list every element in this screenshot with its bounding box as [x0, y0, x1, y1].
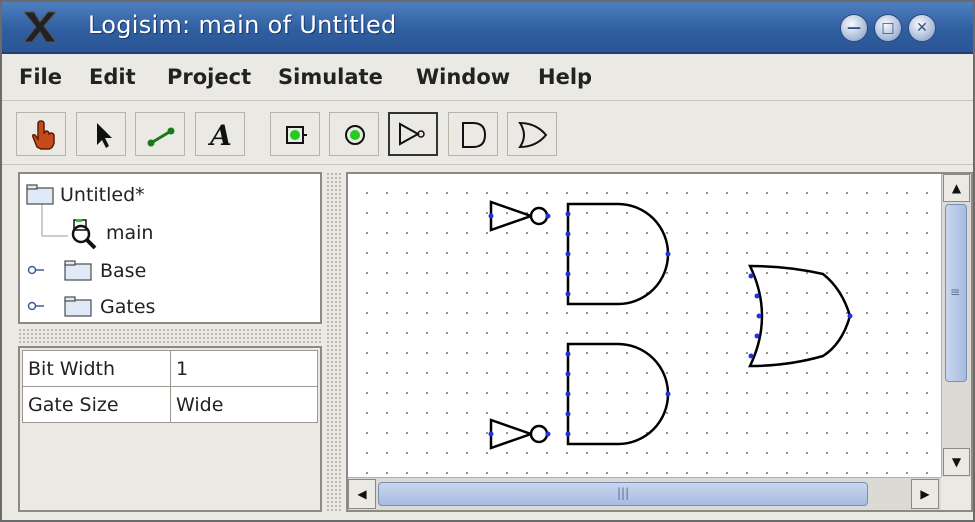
scroll-down-button[interactable]: ▼ [943, 448, 970, 476]
menu-help[interactable]: Help [538, 65, 592, 89]
tree-item-base[interactable]: Base [100, 260, 146, 282]
grip-icon: ≡ [950, 285, 961, 299]
project-name[interactable]: Untitled* [60, 184, 145, 206]
menu-simulate[interactable]: Simulate [278, 65, 383, 89]
arrow-right-icon: ▶ [920, 487, 930, 501]
horizontal-splitter[interactable] [18, 328, 322, 344]
not-gate-2[interactable] [488, 418, 551, 450]
output-pin-tool-button[interactable] [329, 112, 379, 156]
magnifier-circuit-icon [71, 219, 97, 250]
output-pin-icon [345, 125, 365, 145]
attribute-value[interactable]: Wide [170, 386, 318, 423]
vertical-splitter[interactable] [326, 172, 342, 512]
and-gate-icon [462, 122, 487, 148]
canvas-area: ▲ ≡ ▼ ◀ ||| ▶ [346, 172, 973, 512]
hand-pointer-icon [32, 120, 55, 150]
arrow-left-icon: ◀ [357, 487, 367, 501]
horizontal-scroll-thumb[interactable]: ||| [378, 482, 868, 506]
or-gate-tool-button[interactable] [507, 112, 557, 156]
expand-handle-icon[interactable] [26, 298, 46, 314]
scroll-left-button[interactable]: ◀ [348, 479, 376, 509]
arrow-down-icon: ▼ [951, 455, 962, 469]
poke-tool-button[interactable] [16, 112, 66, 156]
toolbar: A [2, 102, 973, 165]
text-A-icon: A [207, 119, 232, 152]
and-gate-1[interactable] [565, 202, 671, 306]
attribute-name: Gate Size [22, 386, 171, 423]
attribute-row: Bit Width 1 [22, 350, 318, 387]
horizontal-scrollbar[interactable]: ◀ ||| ▶ [348, 477, 941, 510]
attribute-value[interactable]: 1 [170, 350, 318, 387]
circuit-drawing [488, 200, 853, 450]
menu-edit[interactable]: Edit [89, 65, 136, 89]
arrow-up-icon: ▲ [951, 181, 962, 195]
attribute-table: Bit Width 1 Gate Size Wide [22, 350, 318, 423]
project-folder-icon [26, 184, 54, 205]
or-gate-icon [518, 121, 548, 149]
menu-file[interactable]: File [19, 65, 62, 89]
wiring-tool-button[interactable] [135, 112, 185, 156]
project-explorer: Untitled* main Base Gates [18, 172, 322, 324]
menu-window[interactable]: Window [416, 65, 510, 89]
not-gate-tool-button[interactable] [388, 112, 438, 156]
menu-bar: File Edit Project Simulate Window Help [2, 54, 973, 101]
minimize-icon: — [847, 20, 861, 36]
attribute-name: Bit Width [22, 350, 171, 387]
logisim-window: Logisim: main of Untitled — □ ✕ File Edi… [0, 0, 975, 522]
input-pin-tool-button[interactable] [270, 112, 320, 156]
tree-item-gates[interactable]: Gates [100, 296, 155, 318]
title-bar[interactable]: Logisim: main of Untitled — □ ✕ [2, 2, 973, 54]
maximize-button[interactable]: □ [874, 14, 902, 42]
tree-item-main[interactable]: main [106, 222, 153, 244]
attribute-panel: Bit Width 1 Gate Size Wide [18, 346, 322, 512]
close-button[interactable]: ✕ [908, 14, 936, 42]
select-tool-button[interactable] [76, 112, 126, 156]
text-tool-label: A [207, 119, 232, 152]
scroll-up-button[interactable]: ▲ [943, 174, 970, 202]
text-tool-button[interactable]: A [195, 112, 245, 156]
and-gate-2[interactable] [565, 342, 671, 446]
input-pin-icon [286, 126, 307, 144]
or-gate-1[interactable] [748, 264, 853, 368]
vertical-scroll-thumb[interactable]: ≡ [945, 204, 967, 382]
scroll-corner [941, 477, 971, 510]
and-gate-tool-button[interactable] [448, 112, 498, 156]
arrow-pointer-icon [97, 123, 112, 148]
grip-icon: ||| [617, 486, 630, 500]
expand-handle-icon[interactable] [26, 262, 46, 278]
window-title: Logisim: main of Untitled [88, 11, 397, 39]
not-gate-icon [399, 122, 425, 146]
menu-project[interactable]: Project [167, 65, 251, 89]
circuit-canvas[interactable] [348, 174, 941, 477]
not-gate-1[interactable] [488, 200, 551, 232]
x-logo-icon [22, 11, 58, 43]
maximize-icon: □ [881, 20, 895, 36]
wire-icon [147, 127, 175, 147]
minimize-button[interactable]: — [840, 14, 868, 42]
close-icon: ✕ [916, 20, 928, 36]
attribute-row: Gate Size Wide [22, 386, 318, 423]
folder-icon [64, 260, 92, 281]
scroll-right-button[interactable]: ▶ [911, 479, 939, 509]
folder-icon [64, 296, 92, 317]
vertical-scrollbar[interactable]: ▲ ≡ ▼ [941, 174, 971, 477]
